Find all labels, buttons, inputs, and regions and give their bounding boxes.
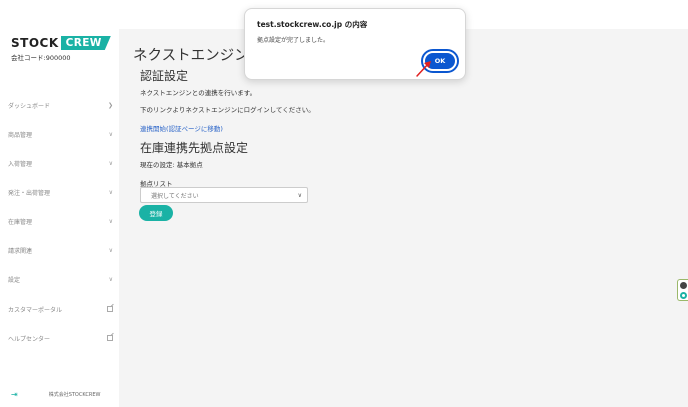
location-section-title: 在庫連携先拠点設定 xyxy=(140,141,249,155)
sidebar-item-label: カスタマーポータル xyxy=(8,306,63,314)
sidebar-item-label: 設定 xyxy=(8,276,21,284)
footer-company-name: 株式会社STOCKCREW xyxy=(48,391,101,398)
chevron-down-icon: ∨ xyxy=(108,246,113,254)
sidebar-footer: ⇥ 株式会社STOCKCREW xyxy=(0,386,119,402)
chevron-down-icon: ∨ xyxy=(108,188,113,196)
logout-icon[interactable]: ⇥ xyxy=(11,390,18,399)
annotation-arrow-icon xyxy=(416,61,431,77)
chevron-down-icon: ∨ xyxy=(108,217,113,225)
sidebar-item-label: 商品管理 xyxy=(8,131,33,139)
auth-instruction: 下のリンクよりネクストエンジンにログインしてください。 xyxy=(140,106,315,114)
auth-description: ネクストエンジンとの連携を行います。 xyxy=(140,89,257,97)
logo-stock-text: STOCK xyxy=(11,36,59,50)
sidebar-item-label: ダッシュボード xyxy=(8,102,51,110)
sidebar-item-label: 在庫管理 xyxy=(8,218,33,226)
select-placeholder: 選択してください xyxy=(151,192,199,200)
sidebar-item-customer-portal[interactable]: カスタマーポータル xyxy=(0,301,119,317)
current-setting-text: 現在の設定: 基本拠点 xyxy=(140,161,203,169)
sidebar-item-receiving[interactable]: 入荷管理 ∨ xyxy=(0,155,119,171)
sidebar-item-billing[interactable]: 請求関連 ∨ xyxy=(0,242,119,258)
sidebar-item-help-center[interactable]: ヘルプセンター xyxy=(0,330,119,346)
sidebar-item-label: 発注・出荷管理 xyxy=(8,189,51,197)
company-code: 会社コード:900000 xyxy=(11,54,71,62)
chevron-down-icon: ∨ xyxy=(108,130,113,138)
target-icon[interactable] xyxy=(680,292,687,299)
location-select[interactable]: 選択してください ∨ xyxy=(140,187,308,203)
sidebar-item-inventory[interactable]: 在庫管理 ∨ xyxy=(0,213,119,229)
auth-section-title: 認証設定 xyxy=(140,69,189,83)
chevron-down-icon: ∨ xyxy=(108,159,113,167)
side-widget[interactable] xyxy=(677,279,688,301)
stockcrew-logo[interactable]: STOCK CREW xyxy=(11,36,111,50)
dialog-message: 拠点設定が完了しました。 xyxy=(257,37,330,44)
start-integration-link[interactable]: 連携開始(認証ページに移動) xyxy=(140,123,223,133)
chevron-down-icon: ∨ xyxy=(108,275,113,283)
register-button[interactable]: 登録 xyxy=(139,205,173,221)
dialog-title: test.stockcrew.co.jp の内容 xyxy=(257,20,368,29)
logo-crew-text: CREW xyxy=(60,36,111,50)
sidebar-item-orders-shipping[interactable]: 発注・出荷管理 ∨ xyxy=(0,184,119,200)
sidebar-item-label: 請求関連 xyxy=(8,247,33,255)
external-link-icon xyxy=(107,306,113,312)
sidebar-item-label: 入荷管理 xyxy=(8,160,33,168)
sidebar-item-dashboard[interactable]: ダッシュボード ❯ xyxy=(0,97,119,113)
main-content xyxy=(119,29,688,407)
chevron-down-icon: ∨ xyxy=(297,191,302,199)
chevron-right-icon: ❯ xyxy=(107,101,113,109)
sidebar-item-products[interactable]: 商品管理 ∨ xyxy=(0,126,119,142)
sidebar-item-label: ヘルプセンター xyxy=(8,335,51,343)
gear-icon[interactable] xyxy=(680,282,687,289)
external-link-icon xyxy=(107,335,113,341)
sidebar-item-settings[interactable]: 設定 ∨ xyxy=(0,271,119,287)
